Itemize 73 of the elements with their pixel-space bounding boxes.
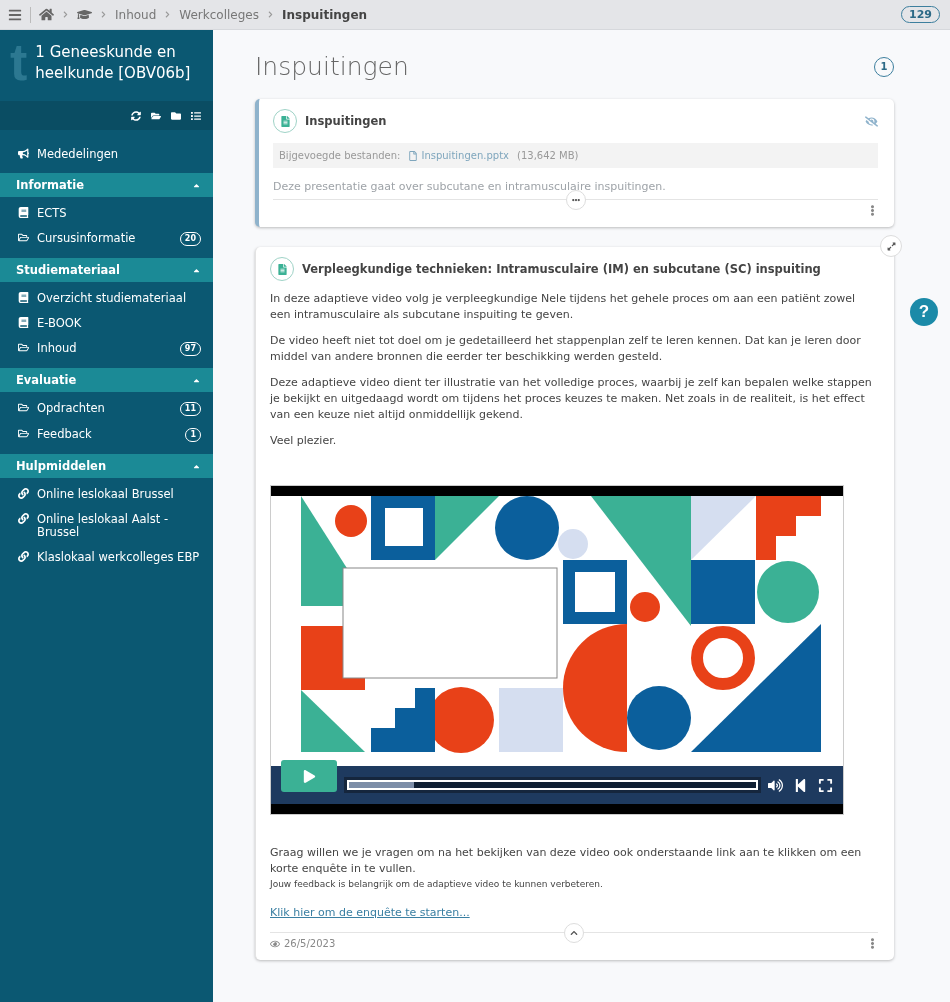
sidebar-section-header[interactable]: Informatie <box>0 173 213 197</box>
paragraph: Deze adaptieve video dient ter illustratie van het volledige proces, waarbij je zelf kan bepalen welke stappen je bekijkt en uitgedaagd wordt om tijdens het proces keuzes te maken. Net zoals in de realiteit, is het effect van een keuze niet altijd onmiddellijk gekend. <box>270 375 873 423</box>
breadcrumb-link[interactable]: Inhoud <box>115 7 157 22</box>
sidebar-item[interactable]: Online leslokaal Brussel <box>0 482 213 507</box>
sidebar-item[interactable]: Opdrachten 11 <box>0 396 213 422</box>
chevron-icon <box>62 11 69 18</box>
breadcrumb-link[interactable]: Werkcolleges <box>179 7 259 22</box>
attachments-label: Bijgevoegde bestanden: <box>279 150 401 161</box>
expand-button[interactable] <box>880 235 902 257</box>
paragraph: In deze adaptieve video volg je verpleegkundige Nele tijdens het gehele proces om aan een patiënt zowel een intramusculaire als subcutane inspuiting te geven. <box>270 291 857 323</box>
home-icon[interactable] <box>39 7 54 22</box>
sidebar-section-header[interactable]: Hulpmiddelen <box>0 454 213 478</box>
list-icon[interactable] <box>191 111 201 121</box>
chevron-icon <box>164 11 172 18</box>
link-icon <box>18 551 29 562</box>
volume-icon <box>768 777 783 793</box>
skip-back-icon <box>793 777 808 793</box>
file-size: (13,642 MB) <box>517 150 579 161</box>
play-button[interactable] <box>281 760 337 792</box>
survey-link[interactable]: Klik hier om de enquête te starten... <box>270 906 470 919</box>
more-button[interactable] <box>565 190 586 210</box>
skip-back-button[interactable] <box>793 777 808 793</box>
eye-icon <box>270 938 280 949</box>
paragraph: De video heeft niet tot doel om je gedetailleerd het stappenplan zelf te leren kennen. Dat kan je leren door middel van andere bronnen die eerder ter beschikking werden gesteld. <box>270 333 862 365</box>
card-title: Inspuitingen <box>305 114 388 128</box>
sidebar-item[interactable]: ECTS <box>0 201 213 226</box>
chevron-icon <box>267 11 274 18</box>
folder-icon <box>18 342 29 353</box>
folder-icon <box>18 428 29 439</box>
folder-icon <box>18 232 29 243</box>
play-icon <box>302 769 316 783</box>
sidebar-item[interactable]: Inhoud 97 <box>0 336 213 362</box>
expand-icon <box>886 241 896 251</box>
help-button[interactable]: ? <box>910 298 938 326</box>
refresh-icon[interactable] <box>131 111 141 121</box>
fullscreen-button[interactable] <box>818 777 833 793</box>
folder-icon <box>18 402 29 413</box>
chevron-icon <box>100 11 107 18</box>
card-title: Verpleegkundige technieken: Intramusculaire (IM) en subcutane (SC) inspuiting <box>302 262 822 276</box>
sidebar-item[interactable]: Klaslokaal werkcolleges EBP <box>0 545 213 570</box>
collapse-button[interactable] <box>564 923 584 943</box>
folder-open-icon[interactable] <box>151 111 161 121</box>
paragraph: Veel plezier. <box>270 433 338 449</box>
link-icon <box>18 513 29 524</box>
note-text: Jouw feedback is belangrijk om de adaptieve video te kunnen verbeteren. <box>270 879 604 889</box>
ellipsis-icon <box>571 196 580 204</box>
course-title: 1 Geneeskunde en heelkunde [OBV06b] <box>35 42 192 84</box>
book-icon <box>18 317 29 328</box>
progress-track[interactable] <box>347 780 758 790</box>
sidebar-item[interactable]: Online leslokaal Aalst - Brussel <box>0 507 213 545</box>
sidebar-item[interactable]: E-BOOK <box>0 311 213 336</box>
megaphone-icon <box>18 148 29 159</box>
paragraph: Graag willen we je vragen om na het bekijken van deze video ook onderstaande link aan te klikken om een korte enquête in te vullen. <box>270 845 863 877</box>
chevron-up-icon <box>570 929 578 937</box>
folder-icon[interactable] <box>171 111 181 121</box>
book-icon <box>18 207 29 218</box>
sidebar-item[interactable]: Overzicht studiemateriaal <box>0 286 213 311</box>
sidebar-item[interactable]: Cursusinformatie 20 <box>0 226 213 252</box>
menu-icon[interactable] <box>8 7 22 22</box>
fullscreen-icon <box>818 777 833 793</box>
sidebar-item[interactable]: Feedback 1 <box>0 422 213 448</box>
breadcrumb-link[interactable]: Inspuitingen <box>282 7 368 22</box>
page-title: Inspuitingen <box>255 52 409 81</box>
sidebar-item[interactable]: Mededelingen <box>0 142 213 167</box>
graduation-cap-icon[interactable] <box>77 7 92 22</box>
sidebar-section-header[interactable]: Studiemateriaal <box>0 258 213 282</box>
sidebar-section-header[interactable]: Evaluatie <box>0 368 213 392</box>
book-icon <box>18 292 29 303</box>
link-icon <box>18 488 29 499</box>
volume-button[interactable] <box>768 777 783 793</box>
file-icon <box>408 150 419 161</box>
description-text: Deze presentatie gaat over subcutane en intramusculaire inspuitingen. <box>273 180 667 193</box>
date-label: 26/5/2023 <box>270 938 336 949</box>
